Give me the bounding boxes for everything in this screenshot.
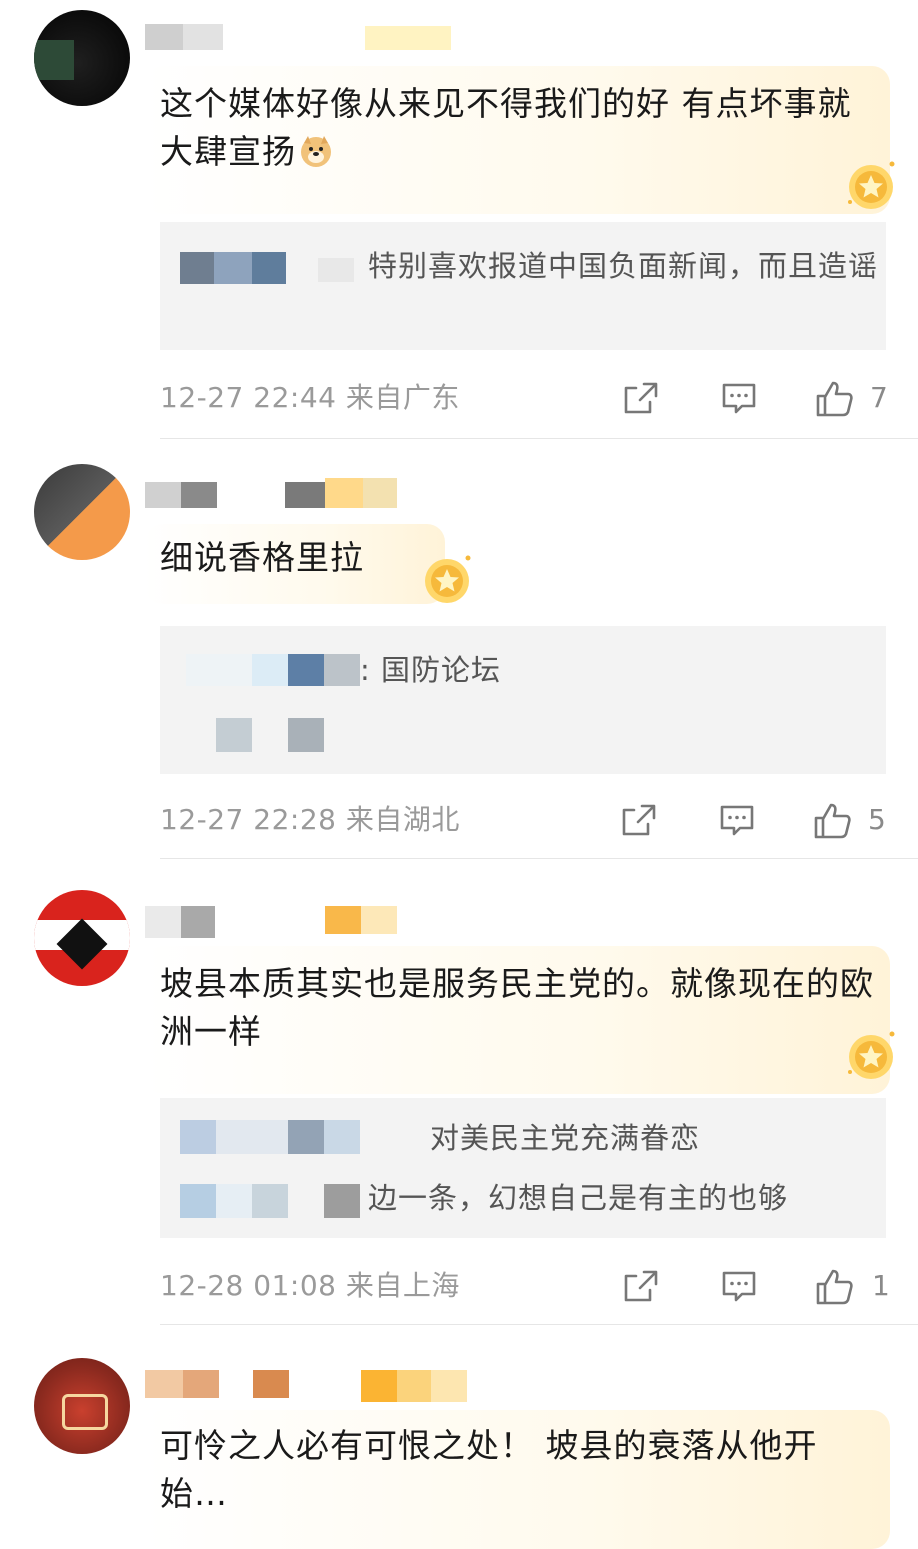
reply-quote-text: : 国防论坛 [360,653,501,687]
share-icon[interactable] [622,1268,660,1304]
username-mosaic[interactable] [145,1362,605,1402]
comment-item: 细说香格里拉 : 国防论坛 12-27 22:28 来自湖北 5 [0,464,918,864]
comment-item: 可怜之人必有可恨之处！ 坡县的衰落从他开始… [0,1358,918,1549]
timestamp: 12-27 22:28 来自湖北 [160,803,460,836]
thumbs-up-icon[interactable] [814,1268,853,1305]
comment-text: 细说香格里拉 [160,538,364,577]
username-mosaic[interactable] [145,894,605,938]
comment-icon[interactable] [718,802,756,838]
comment-meta: 12-28 01:08 来自上海 1 [160,1266,890,1306]
avatar[interactable] [34,10,130,106]
username-mosaic[interactable] [145,468,605,508]
comment-text: 可怜之人必有可恨之处！ 坡县的衰落从他开始… [160,1426,818,1513]
thumbs-up-icon[interactable] [812,802,851,839]
doge-emoji-icon [298,133,334,169]
reply-quote[interactable]: 特别喜欢报道中国负面新闻，而且造谣 [160,222,886,350]
comment-meta: 12-27 22:44 来自广东 7 [160,378,890,418]
divider [160,858,918,859]
comment-item: 这个媒体好像从来见不得我们的好 有点坏事就大肆宣扬 特别喜欢报道中国负面新闻，而… [0,10,918,440]
username-mosaic[interactable] [145,14,605,54]
star-badge-icon [842,156,900,214]
reply-quote[interactable]: 对美民主党充满眷恋 边一条，幻想自己是有主的也够 [160,1098,886,1238]
comment-text: 坡县本质其实也是服务民主党的。就像现在的欧洲一样 [160,964,874,1051]
timestamp: 12-28 01:08 来自上海 [160,1269,460,1302]
like-count: 1 [872,1269,890,1302]
reply-quote[interactable]: : 国防论坛 [160,626,886,774]
comment-icon[interactable] [720,380,758,416]
reply-quote-text: 边一条，幻想自己是有主的也够 [368,1181,789,1215]
comment-icon[interactable] [720,1268,758,1304]
avatar[interactable] [34,464,130,560]
avatar[interactable] [34,1358,130,1454]
star-badge-icon [842,1026,900,1084]
comment-list: 这个媒体好像从来见不得我们的好 有点坏事就大肆宣扬 特别喜欢报道中国负面新闻，而… [0,0,918,1549]
reply-quote-text: 对美民主党充满眷恋 [430,1121,701,1155]
share-icon[interactable] [622,380,660,416]
like-count: 7 [870,381,888,414]
divider [160,1324,918,1325]
comment-item: 坡县本质其实也是服务民主党的。就像现在的欧洲一样 对美民主党充满眷恋 边一条，幻… [0,890,918,1330]
timestamp: 12-27 22:44 来自广东 [160,381,460,414]
share-icon[interactable] [620,802,658,838]
divider [160,438,918,439]
thumbs-up-icon[interactable] [814,380,853,417]
reply-quote-text: 特别喜欢报道中国负面新闻，而且造谣 [368,249,879,283]
star-badge-icon [418,550,476,608]
comment-text: 这个媒体好像从来见不得我们的好 有点坏事就大肆宣扬 [160,84,852,171]
avatar[interactable] [34,890,130,986]
comment-meta: 12-27 22:28 来自湖北 5 [160,800,890,840]
like-count: 5 [868,803,886,836]
